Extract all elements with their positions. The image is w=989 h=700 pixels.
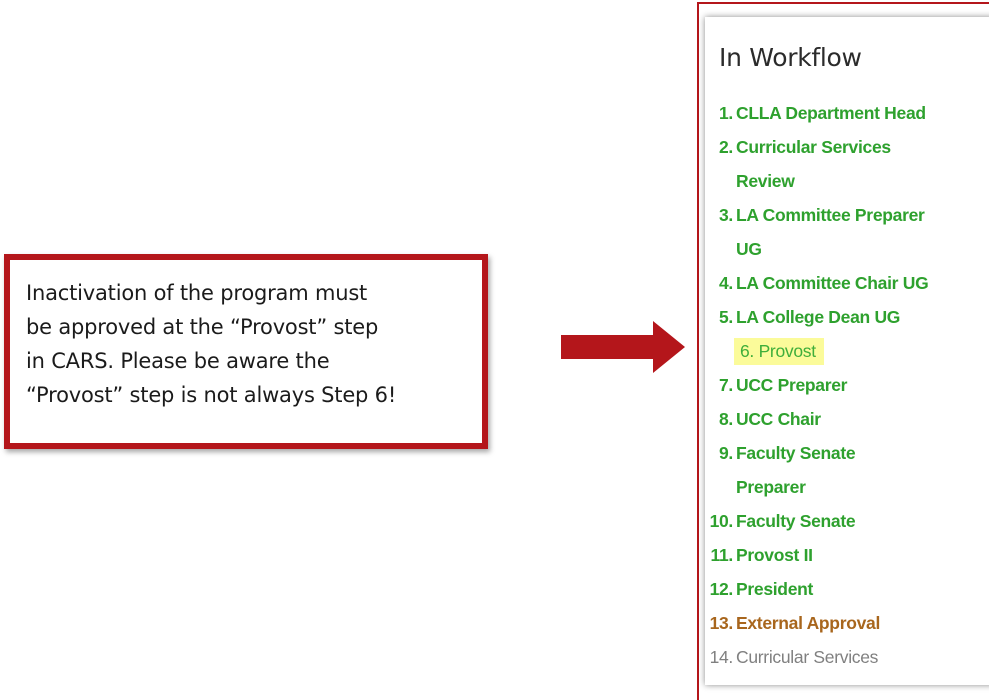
workflow-step[interactable]: 9. Faculty Senate Preparer	[705, 436, 989, 504]
step-number: 3.	[719, 205, 733, 225]
step-label: Faculty Senate Preparer	[736, 443, 856, 497]
workflow-step[interactable]: 11. Provost II	[705, 538, 989, 572]
step-label: UCC Preparer	[736, 375, 848, 395]
step-label: LA College Dean UG	[736, 307, 901, 327]
workflow-step[interactable]: 1. CLLA Department Head	[705, 96, 989, 130]
workflow-panel: In Workflow 1. CLLA Department Head 2. C…	[705, 17, 989, 685]
step-number: 13.	[709, 613, 734, 633]
step-label: Faculty Senate	[736, 511, 856, 531]
workflow-step[interactable]: 2. Curricular Services Review	[705, 130, 989, 198]
step-label: Curricular Services	[736, 647, 879, 667]
workflow-step-current[interactable]: 6. Provost	[705, 334, 989, 368]
step-number: 8.	[719, 409, 733, 429]
step-label: Provost	[758, 341, 817, 361]
workflow-step[interactable]: 10. Faculty Senate	[705, 504, 989, 538]
callout-text: Inactivation of the program must be appr…	[26, 281, 397, 407]
step-number: 5.	[719, 307, 733, 327]
step-number: 9.	[719, 443, 733, 463]
workflow-step-list: 1. CLLA Department Head 2. Curricular Se…	[705, 96, 989, 674]
workflow-title: In Workflow	[719, 43, 862, 72]
step-label: External Approval	[736, 613, 881, 633]
step-number: 1.	[719, 103, 733, 123]
step-number: 10.	[709, 511, 734, 531]
step-label: LA Committee Chair UG	[736, 273, 929, 293]
workflow-step[interactable]: 3. LA Committee Preparer UG	[705, 198, 989, 266]
step-number: 2.	[719, 137, 733, 157]
current-step-highlight: 6. Provost	[734, 338, 824, 365]
workflow-step[interactable]: 7. UCC Preparer	[705, 368, 989, 402]
workflow-step[interactable]: 4. LA Committee Chair UG	[705, 266, 989, 300]
workflow-step-external[interactable]: 13. External Approval	[705, 606, 989, 640]
step-label: UCC Chair	[736, 409, 821, 429]
step-label: Provost II	[736, 545, 813, 565]
step-label: CLLA Department Head	[736, 103, 926, 123]
workflow-step[interactable]: 12. President	[705, 572, 989, 606]
step-number: 12.	[709, 579, 734, 599]
step-label: LA Committee Preparer UG	[736, 205, 925, 259]
step-number: 6.	[740, 341, 754, 361]
workflow-step-pending[interactable]: 14. Curricular Services	[705, 640, 989, 674]
right-arrow-icon	[561, 321, 685, 373]
workflow-step[interactable]: 8. UCC Chair	[705, 402, 989, 436]
callout-box: Inactivation of the program must be appr…	[4, 254, 488, 449]
step-number: 7.	[719, 375, 733, 395]
step-number: 11.	[710, 545, 734, 565]
workflow-step[interactable]: 5. LA College Dean UG	[705, 300, 989, 334]
step-label: President	[736, 579, 814, 599]
step-number: 4.	[719, 273, 733, 293]
step-label: Curricular Services Review	[736, 137, 891, 191]
step-number: 14.	[709, 647, 734, 667]
